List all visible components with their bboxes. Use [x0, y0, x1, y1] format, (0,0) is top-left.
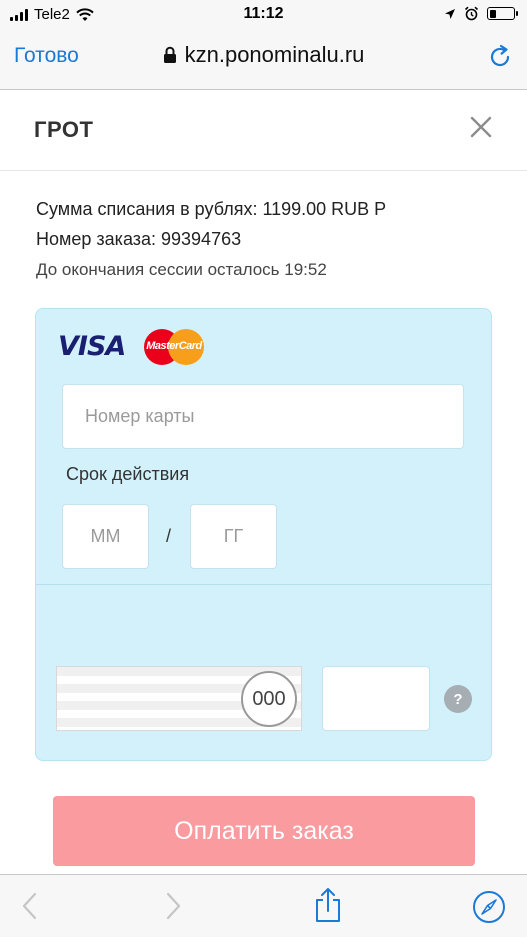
status-bar: Tele2 11:12 — [0, 0, 527, 30]
card-number-placeholder: Номер карты — [85, 406, 195, 426]
cvc-hint: 000 — [241, 671, 297, 727]
card-number-input[interactable]: Номер карты — [62, 384, 464, 449]
mastercard-logo-text: MasterCard — [146, 340, 202, 352]
forward-icon[interactable] — [163, 891, 183, 921]
url-display[interactable]: kzn.ponominalu.ru — [0, 42, 527, 68]
lock-icon — [163, 46, 176, 63]
session-timer: До окончания сессии осталось 19:52 — [36, 260, 327, 279]
status-right — [444, 6, 518, 21]
mastercard-logo: MasterCard — [144, 329, 204, 365]
battery-icon — [487, 7, 518, 20]
location-arrow-icon — [445, 8, 455, 19]
expiry-year-placeholder: ГГ — [223, 526, 244, 546]
modal-header: ГРОТ — [0, 91, 527, 171]
card-form: VISA MasterCard Номер карты Срок действи… — [35, 308, 492, 761]
url-text: kzn.ponominalu.ru — [184, 42, 365, 67]
expiry-month-input[interactable]: ММ — [62, 504, 149, 569]
expiry-label: Срок действия — [66, 464, 190, 484]
order-info: Сумма списания в рублях: 1199.00 RUB Р Н… — [36, 194, 386, 254]
share-icon[interactable] — [313, 887, 343, 923]
alarm-icon — [464, 6, 479, 21]
order-number-line: Номер заказа: 99394763 — [36, 229, 242, 249]
compass-icon[interactable] — [472, 890, 506, 924]
expiry-year-input[interactable]: ГГ — [190, 504, 277, 569]
visa-logo: VISA — [58, 331, 126, 362]
help-icon[interactable]: ? — [444, 685, 472, 713]
modal-title: ГРОТ — [34, 117, 94, 142]
visa-logo-text: VISA — [58, 331, 126, 362]
pay-button[interactable]: Оплатить заказ — [53, 796, 475, 866]
browser-url-bar: Готово kzn.ponominalu.ru — [0, 30, 527, 90]
reload-icon[interactable] — [487, 44, 513, 70]
close-icon[interactable] — [469, 115, 493, 139]
browser-toolbar — [0, 874, 527, 937]
amount-line: Сумма списания в рублях: 1199.00 RUB Р — [36, 199, 387, 219]
card-front: VISA MasterCard Номер карты Срок действи… — [36, 309, 492, 585]
expiry-month-placeholder: ММ — [90, 526, 121, 546]
cvc-input[interactable] — [322, 666, 430, 731]
expiry-separator: / — [166, 526, 172, 546]
back-icon[interactable] — [20, 891, 40, 921]
